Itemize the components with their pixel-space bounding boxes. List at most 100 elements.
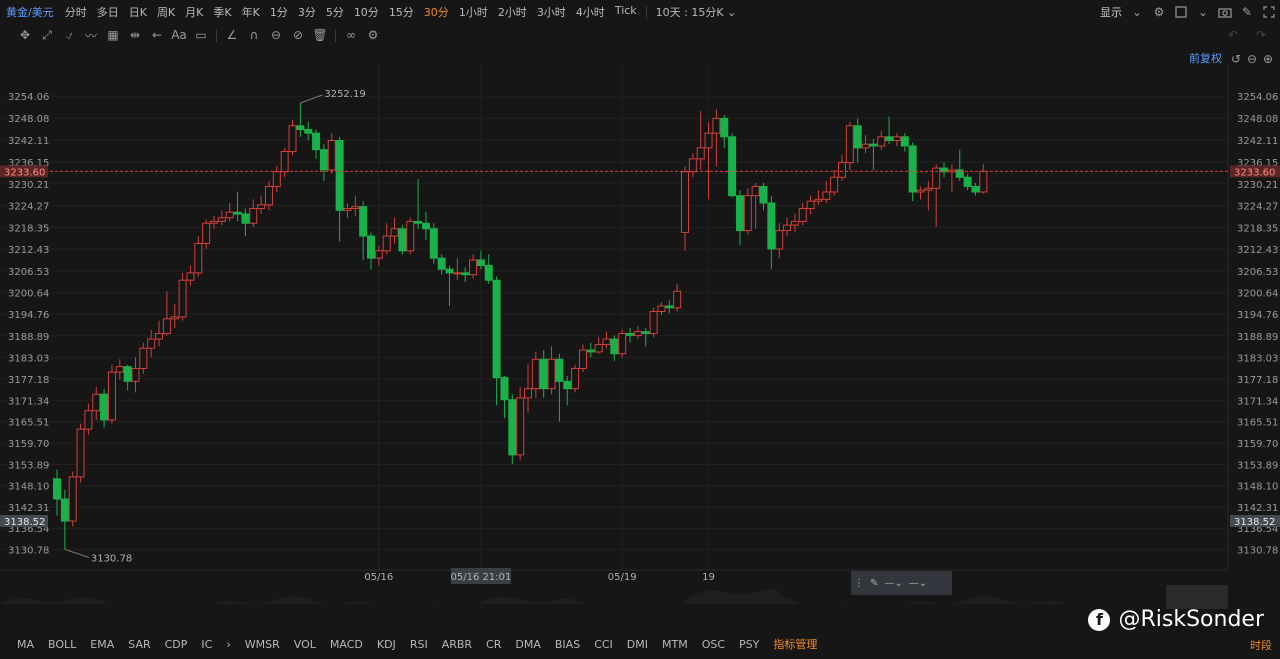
- chevron-down-icon[interactable]: ⌄: [1192, 3, 1214, 21]
- timeframe-12[interactable]: 30分: [419, 4, 454, 20]
- timeframe-7[interactable]: 1分: [265, 4, 293, 20]
- candle-body: [728, 136, 737, 197]
- timeframe-1[interactable]: 多日: [92, 4, 124, 20]
- timeframe-14[interactable]: 2小时: [493, 4, 532, 20]
- undo-icon[interactable]: ↶: [1222, 26, 1244, 44]
- symbol-selector[interactable]: 黄金/美元: [0, 4, 60, 20]
- timeframe-13[interactable]: 1小时: [454, 4, 493, 20]
- indicator-arbr[interactable]: ARBR: [435, 638, 479, 651]
- timeframe-6[interactable]: 年K: [237, 4, 265, 20]
- crosshair-icon[interactable]: ✥: [14, 26, 36, 44]
- indicator-macd[interactable]: MACD: [323, 638, 370, 651]
- drawing-toolbar: ✥ ⤢ ⍻ 〰 ▦ ⇹ ← Aa ▭ ∠ ∩ ⊖ ⊘ 🗑 ∞ ⚙ ↶ ↷: [0, 24, 1280, 46]
- display-menu[interactable]: 显示: [1096, 4, 1126, 20]
- more-chevron-icon[interactable]: ›: [219, 638, 237, 651]
- candle-body: [516, 397, 525, 456]
- wave-pattern-icon[interactable]: 〰: [80, 26, 102, 44]
- indicator-dmi[interactable]: DMI: [620, 638, 655, 651]
- y-tick-label-right: 3153.89: [1237, 460, 1278, 471]
- chevron-down-icon[interactable]: ⌄: [1126, 3, 1148, 21]
- timeframe-2[interactable]: 日K: [124, 4, 152, 20]
- timeframe-9[interactable]: 5分: [321, 4, 349, 20]
- drag-handle-icon[interactable]: ⋮: [851, 578, 867, 589]
- candle-body: [578, 349, 587, 369]
- candlestick-chart[interactable]: 3254.06 3254.06 3248.08 3248.08 3242.11 3242.…: [0, 64, 1280, 604]
- candle-body: [971, 185, 980, 193]
- indicator-wmsr[interactable]: WMSR: [238, 638, 287, 651]
- indicator-sar[interactable]: SAR: [121, 638, 157, 651]
- settings-gear-icon[interactable]: ⚙: [362, 26, 384, 44]
- range-selector-label: 10天 : 15分K: [655, 6, 724, 19]
- divider: [216, 28, 217, 42]
- indicator-osc[interactable]: OSC: [695, 638, 732, 651]
- timeframe-11[interactable]: 15分: [384, 4, 419, 20]
- indicator-dma[interactable]: DMA: [508, 638, 548, 651]
- timeframe-17[interactable]: Tick: [610, 4, 642, 20]
- grid-icon[interactable]: ▦: [102, 26, 124, 44]
- candle-body: [461, 272, 470, 276]
- line-style-icon[interactable]: —⌄: [881, 578, 905, 589]
- indicator-cci[interactable]: CCI: [587, 638, 620, 651]
- y-tick-label-left: 3224.27: [8, 202, 49, 213]
- redo-icon[interactable]: ↷: [1250, 26, 1272, 44]
- range-navigator[interactable]: [1166, 585, 1228, 609]
- y-tick-label-left: 3218.35: [8, 223, 49, 234]
- timeframe-0[interactable]: 分时: [60, 4, 92, 20]
- indicator-ema[interactable]: EMA: [83, 638, 121, 651]
- settings-gear-icon[interactable]: ⚙: [1148, 3, 1170, 21]
- brush-icon[interactable]: ∠: [221, 26, 243, 44]
- timeframe-list: 分时 多日 日K 周K 月K 季K 年K 1分 3分 5分 10分 15分 30分 1小时 2小时 3小时 4小…: [60, 4, 642, 20]
- camera-icon[interactable]: [1214, 3, 1236, 21]
- y-tick-label-right: 3165.51: [1237, 418, 1278, 429]
- line-tool-icon[interactable]: ⤢: [36, 26, 58, 44]
- candle-body: [194, 242, 203, 274]
- range-selector[interactable]: 10天 : 15分K ⌄: [651, 4, 742, 20]
- indicator-cdp[interactable]: CDP: [158, 638, 195, 651]
- indicator-ma[interactable]: MA: [10, 638, 41, 651]
- indicator-vol[interactable]: VOL: [287, 638, 323, 651]
- magnet-icon[interactable]: ∩: [243, 26, 265, 44]
- timeframe-10[interactable]: 10分: [349, 4, 384, 20]
- timeframe-8[interactable]: 3分: [293, 4, 321, 20]
- price-axis: 3254.06 3254.06 3248.08 3248.08 3242.11 3242.…: [8, 92, 1278, 584]
- line-width-icon[interactable]: —⌄: [906, 578, 930, 589]
- timeframe-3[interactable]: 周K: [152, 4, 180, 20]
- timeframe-16[interactable]: 4小时: [571, 4, 610, 20]
- candle-body: [751, 185, 760, 197]
- candle-body: [908, 145, 917, 193]
- indicator-manager-button[interactable]: 指标管理: [766, 636, 824, 652]
- lock-icon[interactable]: ⊖: [265, 26, 287, 44]
- fullscreen-icon[interactable]: [1258, 3, 1280, 21]
- high-annotation: 3252.19: [324, 89, 365, 100]
- timeframe-4[interactable]: 月K: [180, 4, 208, 20]
- indicator-mtm[interactable]: MTM: [655, 638, 695, 651]
- timeframe-5[interactable]: 季K: [208, 4, 236, 20]
- measure-icon[interactable]: ⇹: [124, 26, 146, 44]
- indicator-ic[interactable]: IC: [194, 638, 219, 651]
- text-tool-icon[interactable]: Aa: [168, 26, 190, 44]
- candle-body: [414, 220, 423, 224]
- indicator-bias[interactable]: BIAS: [548, 638, 587, 651]
- indicator-psy[interactable]: PSY: [732, 638, 766, 651]
- timeframe-bar: 黄金/美元 分时 多日 日K 周K 月K 季K 年K 1分 3分 5分 10分 15分 30分 1小时 2小…: [0, 0, 1280, 24]
- brush-color-icon[interactable]: ✎: [867, 578, 881, 589]
- edit-pen-icon[interactable]: ✎: [1236, 3, 1258, 21]
- indicator-boll[interactable]: BOLL: [41, 638, 83, 651]
- comment-icon[interactable]: ▭: [190, 26, 212, 44]
- y-tick-label-right: 3159.70: [1237, 439, 1278, 450]
- pitchfork-icon[interactable]: ⍻: [58, 26, 80, 44]
- y-tick-label-left: 3206.53: [8, 267, 49, 278]
- indicator-kdj[interactable]: KDJ: [370, 638, 403, 651]
- indicator-rsi[interactable]: RSI: [403, 638, 435, 651]
- drawing-style-popover: ⋮ ✎ —⌄ —⌄: [851, 571, 952, 595]
- candle-body: [798, 208, 807, 222]
- session-button[interactable]: 时段: [1250, 637, 1272, 653]
- timeframe-15[interactable]: 3小时: [532, 4, 571, 20]
- trash-icon[interactable]: 🗑: [309, 26, 331, 44]
- volume-area: [0, 588, 1226, 604]
- indicator-cr[interactable]: CR: [479, 638, 508, 651]
- arrow-left-icon[interactable]: ←: [146, 26, 168, 44]
- hide-icon[interactable]: ⊘: [287, 26, 309, 44]
- layout-square-icon[interactable]: [1170, 3, 1192, 21]
- link-icon[interactable]: ∞: [340, 26, 362, 44]
